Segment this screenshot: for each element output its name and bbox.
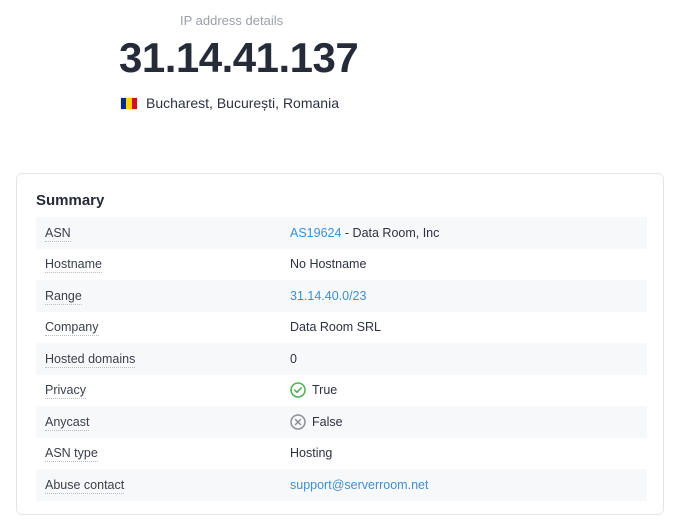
row-range: Range 31.14.40.0/23 [36,280,647,312]
check-circle-icon [290,382,306,398]
hostname-label: Hostname [45,257,102,274]
page-subtitle: IP address details [180,13,284,28]
company-label: Company [45,320,99,337]
row-privacy: Privacy True [36,375,647,407]
location-text: Bucharest, București, Romania [146,95,339,111]
asn-type-value: Hosting [290,446,333,461]
summary-table: ASN AS19624 - Data Room, Inc Hostname No… [36,217,647,501]
privacy-value: True [290,382,647,398]
asn-label: ASN [45,225,71,242]
asn-suffix: - Data Room, Inc [341,225,440,240]
row-abuse-contact: Abuse contact support@serverroom.net [36,469,647,501]
anycast-text: False [312,414,343,429]
x-circle-icon [290,414,306,430]
hosted-domains-value: 0 [290,351,297,366]
anycast-value: False [290,414,647,430]
asn-type-label: ASN type [45,446,98,463]
anycast-label: Anycast [45,414,90,431]
ip-address-title: 31.14.41.137 [119,34,359,81]
row-hostname: Hostname No Hostname [36,249,647,281]
location: Bucharest, București, Romania [120,95,339,111]
abuse-contact-value: support@serverroom.net [290,478,647,492]
summary-title: Summary [36,192,105,209]
row-asn: ASN AS19624 - Data Room, Inc [36,217,647,249]
range-link[interactable]: 31.14.40.0/23 [290,289,366,303]
hostname-value: No Hostname [290,257,367,272]
range-value: 31.14.40.0/23 [290,289,647,303]
row-anycast: Anycast False [36,406,647,438]
abuse-contact-link[interactable]: support@serverroom.net [290,478,428,492]
romania-flag-icon [120,96,138,110]
abuse-contact-label: Abuse contact [45,477,125,494]
row-hosted-domains: Hosted domains 0 [36,343,647,375]
row-asn-type: ASN type Hosting [36,438,647,470]
privacy-text: True [312,383,338,398]
hosted-domains-label: Hosted domains [45,351,136,368]
row-company: Company Data Room SRL [36,312,647,344]
range-label: Range [45,288,82,305]
page: IP address details 31.14.41.137 Buchares… [0,0,680,528]
privacy-label: Privacy [45,383,86,400]
asn-value: AS19624 - Data Room, Inc [290,226,647,240]
summary-card: Summary ASN AS19624 - Data Room, Inc Hos… [16,173,664,515]
asn-link[interactable]: AS19624 [290,226,341,240]
company-value: Data Room SRL [290,320,382,335]
